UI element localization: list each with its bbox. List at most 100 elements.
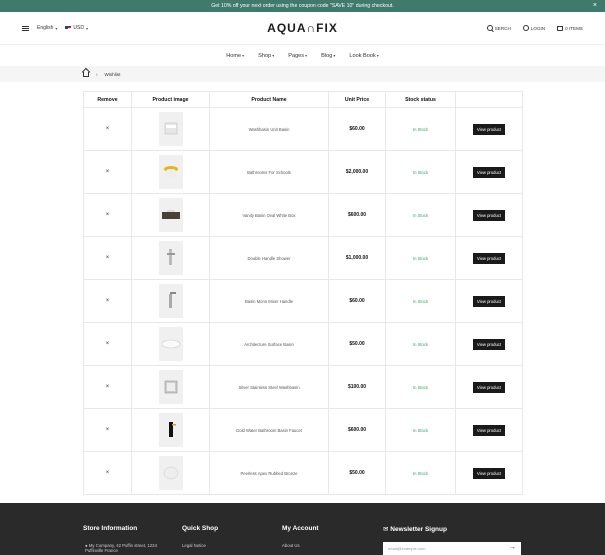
user-icon <box>522 25 529 31</box>
view-product-button[interactable]: View product <box>472 209 506 221</box>
view-product-button[interactable]: View product <box>472 424 506 436</box>
remove-icon[interactable]: × <box>106 384 110 390</box>
product-image[interactable] <box>158 155 183 189</box>
login-label: LOGIN <box>530 25 546 31</box>
stock-status: In Stock <box>385 150 456 194</box>
product-image[interactable] <box>158 413 183 447</box>
home-icon[interactable] <box>83 72 89 77</box>
search-button[interactable]: SERCH <box>486 25 511 31</box>
footer-newsletter-title: ✉ Newsletter Signup <box>383 526 447 533</box>
newsletter-email-input[interactable]: email@example.com → <box>383 542 521 555</box>
product-image[interactable] <box>158 370 183 404</box>
language-select[interactable]: English ▾ <box>37 25 57 31</box>
table-row: × Silver Stainless Steel Washbasin $100.00… <box>83 365 523 409</box>
footer-link-about[interactable]: About Us <box>282 543 300 548</box>
unit-price: $2,000.00 <box>328 150 386 194</box>
remove-icon[interactable]: × <box>106 341 110 347</box>
remove-icon[interactable]: × <box>106 470 110 476</box>
product-name[interactable]: Gold Water Bathroom Basin Faucet <box>209 408 329 452</box>
product-name[interactable]: Vanity Basin Oval White Box <box>209 193 329 237</box>
nav-item-shop[interactable]: Shop▾ <box>258 53 274 59</box>
unit-price: $600.00 <box>328 193 386 237</box>
remove-icon[interactable]: × <box>106 169 110 175</box>
product-name[interactable]: Basin Mono Mixer Handle <box>209 279 329 323</box>
product-image[interactable] <box>158 327 183 361</box>
product-image[interactable] <box>158 112 183 146</box>
stock-status: In Stock <box>385 236 456 280</box>
search-icon <box>486 25 493 31</box>
product-name[interactable]: Silver Stainless Steel Washbasin <box>209 365 329 409</box>
product-image[interactable] <box>158 241 183 275</box>
chevron-down-icon: ▾ <box>242 52 245 58</box>
chevron-down-icon: ▾ <box>305 52 308 58</box>
product-name[interactable]: Peerless Apex Rubbed Bronze <box>209 451 329 495</box>
unit-price: $600.00 <box>328 408 386 452</box>
view-product-button[interactable]: View product <box>472 252 506 264</box>
product-image[interactable] <box>158 456 183 490</box>
table-row: × Bathrooms For Schools $2,000.00 In Stock V… <box>83 150 523 194</box>
search-label: SERCH <box>494 25 511 31</box>
close-icon[interactable]: × <box>593 2 597 10</box>
wishlist-table: Remove Product image Product Name Unit P… <box>83 91 523 495</box>
stock-status: In Stock <box>385 279 456 323</box>
table-header-row: Remove Product image Product Name Unit P… <box>83 91 523 108</box>
site-header: English ▾ USD ▾ AQUA∩FIX SERCH LOGIN 0 ITE… <box>0 12 605 44</box>
unit-price: $50.00 <box>328 322 386 366</box>
view-product-button[interactable]: View product <box>472 166 506 178</box>
login-button[interactable]: LOGIN <box>522 25 546 31</box>
view-product-button[interactable]: View product <box>472 467 506 479</box>
currency-label: USD <box>73 25 84 31</box>
breadcrumb-current: Wishlist <box>104 71 121 77</box>
us-flag-icon <box>65 26 72 30</box>
product-name[interactable]: Washbasin Unit Basin <box>209 107 329 151</box>
table-row: × Vanity Basin Oval White Box $600.00 In St… <box>83 193 523 237</box>
promo-text: Get 10% off your next order using the co… <box>211 3 394 9</box>
stock-status: In Stock <box>385 408 456 452</box>
language-label: English <box>37 25 54 31</box>
table-row: × Washbasin Unit Basin $60.00 In Stock View … <box>83 107 523 151</box>
table-row: × Gold Water Bathroom Basin Faucet $600.00… <box>83 408 523 452</box>
col-product-name: Product Name <box>209 91 329 108</box>
remove-icon[interactable]: × <box>106 427 110 433</box>
product-name[interactable]: Bathrooms For Schools <box>209 150 329 194</box>
bag-icon <box>557 26 564 31</box>
remove-icon[interactable]: × <box>106 212 110 218</box>
arrow-right-icon[interactable]: → <box>509 544 516 551</box>
stock-status: In Stock <box>385 451 456 495</box>
remove-icon[interactable]: × <box>106 126 110 132</box>
unit-price: $60.00 <box>328 279 386 323</box>
product-image[interactable] <box>158 198 183 232</box>
nav-item-look-book[interactable]: Look Book▾ <box>349 53 378 59</box>
stock-status: In Stock <box>385 322 456 366</box>
remove-icon[interactable]: × <box>106 298 110 304</box>
product-image[interactable] <box>158 284 183 318</box>
currency-select[interactable]: USD ▾ <box>65 25 88 31</box>
chevron-down-icon: ▾ <box>272 52 275 58</box>
stock-status: In Stock <box>385 193 456 237</box>
view-product-button[interactable]: View product <box>472 295 506 307</box>
chevron-down-icon: ▾ <box>376 52 379 58</box>
product-name[interactable]: Architecture Surface Basin <box>209 322 329 366</box>
view-product-button[interactable]: View product <box>472 123 506 135</box>
menu-icon[interactable] <box>22 25 29 31</box>
nav-item-pages[interactable]: Pages▾ <box>288 53 307 59</box>
col-product-image: Product image <box>131 91 210 108</box>
view-product-button[interactable]: View product <box>472 338 506 350</box>
nav-item-home[interactable]: Home▾ <box>226 53 244 59</box>
col-action <box>455 91 523 108</box>
col-remove: Remove <box>83 91 132 108</box>
remove-icon[interactable]: × <box>106 255 110 261</box>
view-product-button[interactable]: View product <box>472 381 506 393</box>
footer-quick-shop-title: Quick Shop <box>182 525 219 532</box>
main-nav: Home▾ Shop▾ Pages▾ Blog▾ Look Book▾ <box>0 44 605 66</box>
nav-item-blog[interactable]: Blog▾ <box>321 53 335 59</box>
product-name[interactable]: Double Handle Shower <box>209 236 329 280</box>
site-footer: Store Information Quick Shop My Account … <box>0 503 605 555</box>
site-logo[interactable]: AQUA∩FIX <box>267 21 338 35</box>
envelope-icon: ✉ <box>383 526 389 533</box>
footer-link-legal[interactable]: Legal Notice <box>182 543 206 548</box>
footer-my-account-title: My Account <box>282 525 319 532</box>
cart-button[interactable]: 0 ITEMS <box>557 25 583 31</box>
table-row: × Peerless Apex Rubbed Bronze $50.00 In Sto… <box>83 451 523 495</box>
col-stock-status: Stock status <box>385 91 456 108</box>
